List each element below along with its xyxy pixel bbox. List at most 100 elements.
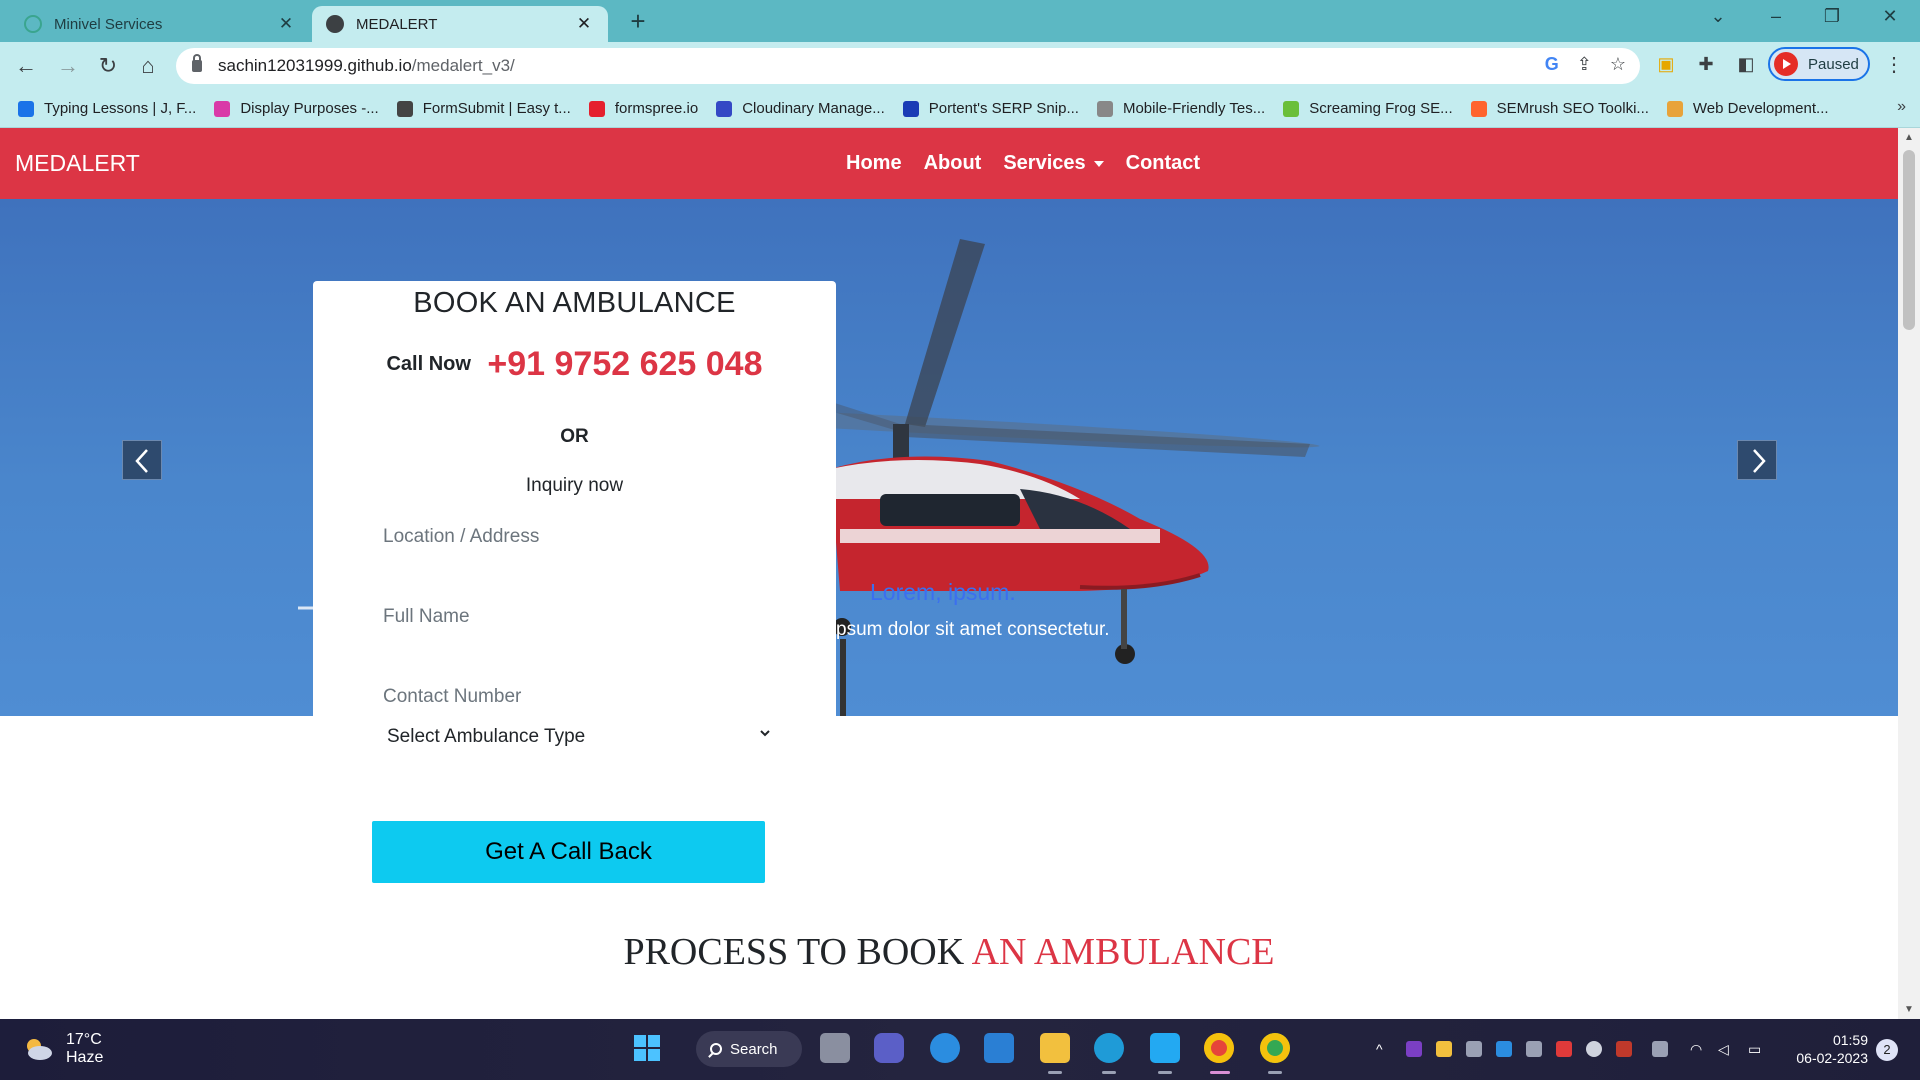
cloud-sun-icon [27, 1039, 52, 1060]
lock-icon[interactable] [192, 54, 202, 72]
chevron-down-icon [760, 730, 770, 737]
gift-tray-icon[interactable] [1616, 1041, 1632, 1057]
form-heading: BOOK AN AMBULANCE [413, 287, 736, 319]
cast-extension-icon[interactable]: ▣ [1654, 54, 1678, 75]
task-view-icon[interactable] [820, 1033, 850, 1063]
more-bookmarks-icon[interactable]: » [1897, 98, 1906, 116]
ambulance-type-select[interactable]: Select Ambulance Type [373, 716, 773, 758]
forward-button[interactable]: → [54, 52, 82, 80]
weather-temp: 17°C [66, 1031, 102, 1048]
get-call-back-button[interactable]: Get A Call Back [372, 821, 765, 883]
tray-overflow-chevron-icon[interactable]: ^ [1376, 1041, 1392, 1057]
profile-status: Paused [1808, 55, 1859, 73]
tab-minivel-services[interactable]: Minivel Services ✕ [10, 6, 310, 42]
teams-chat-icon[interactable] [874, 1033, 904, 1063]
full-name-input[interactable] [383, 597, 783, 637]
scrollbar-thumb[interactable] [1903, 150, 1915, 330]
bookmark-label: SEMrush SEO Toolki... [1496, 100, 1649, 117]
semrush-icon [1470, 100, 1487, 117]
tray-app-icon[interactable] [1526, 1041, 1542, 1057]
keyboard-tray-icon[interactable] [1652, 1041, 1668, 1057]
taskbar-clock[interactable]: 01:59 06-02-2023 [1780, 1031, 1868, 1067]
profile-button[interactable]: Paused [1768, 47, 1870, 81]
bookmark-item[interactable]: Web Development... [1666, 100, 1829, 117]
address-bar[interactable]: sachin12031999.github.io/medalert_v3/ G … [176, 48, 1640, 84]
bookmark-item[interactable]: Screaming Frog SE... [1283, 100, 1453, 117]
start-windows-icon[interactable] [632, 1033, 662, 1063]
notification-badge[interactable]: 2 [1876, 1039, 1898, 1061]
cloudinary-icon [716, 100, 733, 117]
tab-medalert[interactable]: MEDALERT ✕ [312, 6, 608, 42]
back-button[interactable]: ← [12, 52, 40, 80]
bookmark-item[interactable]: Cloudinary Manage... [716, 100, 885, 117]
volume-icon[interactable]: ◁ [1718, 1041, 1734, 1057]
carousel-next-button[interactable] [1737, 440, 1777, 480]
active-indicator [1210, 1071, 1230, 1074]
taskbar-search[interactable]: Search [696, 1031, 802, 1067]
page-viewport: MEDALERT Home About Services Contact Lor… [0, 128, 1898, 1019]
bookmark-label: FormSubmit | Easy t... [422, 100, 571, 117]
restore-button[interactable]: ❐ [1812, 6, 1852, 27]
chevron-left-icon [135, 449, 148, 473]
share-icon[interactable]: ⇪ [1577, 54, 1592, 75]
minimize-button[interactable]: – [1756, 6, 1796, 27]
bookmark-item[interactable]: Display Purposes -... [214, 100, 379, 117]
new-tab-button[interactable]: + [624, 8, 652, 36]
nav-home[interactable]: Home [846, 152, 902, 175]
store-icon[interactable] [984, 1033, 1014, 1063]
booking-form-card: BOOK AN AMBULANCE Call Now +91 9752 625 … [313, 281, 836, 871]
site-navbar: MEDALERT Home About Services Contact [0, 128, 1898, 199]
close-tab-icon[interactable]: ✕ [574, 14, 594, 34]
tab-search-icon[interactable]: ⌄ [1698, 6, 1738, 27]
close-window-button[interactable]: ✕ [1870, 6, 1910, 27]
onenote-tray-icon[interactable] [1406, 1041, 1422, 1057]
url-text[interactable]: sachin12031999.github.io/medalert_v3/ [218, 56, 515, 76]
link-tray-icon[interactable] [1466, 1041, 1482, 1057]
site-brand[interactable]: MEDALERT [15, 150, 140, 177]
nav-about[interactable]: About [924, 152, 982, 175]
wifi-icon[interactable]: ◠ [1690, 1041, 1706, 1057]
battery-icon[interactable]: ▭ [1748, 1041, 1764, 1057]
contact-number-input[interactable] [383, 677, 783, 717]
location-input[interactable] [383, 517, 783, 557]
bookmark-label: Portent's SERP Snip... [928, 100, 1079, 117]
nav-services[interactable]: Services [1003, 152, 1104, 175]
bookmark-item[interactable]: Typing Lessons | J, F... [18, 100, 196, 117]
chrome-profile-icon[interactable] [1260, 1033, 1290, 1063]
reload-button[interactable]: ↻ [94, 52, 122, 80]
edge-icon[interactable] [1094, 1033, 1124, 1063]
phone-number-link[interactable]: +91 9752 625 048 [487, 345, 762, 383]
help-icon[interactable] [930, 1033, 960, 1063]
vscode-icon[interactable] [1150, 1033, 1180, 1063]
side-panel-icon[interactable]: ◧ [1734, 54, 1758, 75]
clock-time: 01:59 [1832, 1032, 1868, 1048]
sticky-notes-tray-icon[interactable] [1436, 1041, 1452, 1057]
weather-widget[interactable]: 17°C Haze [22, 1031, 103, 1067]
google-lens-icon[interactable]: G [1545, 54, 1559, 75]
home-button[interactable]: ⌂ [134, 52, 162, 80]
extensions-puzzle-icon[interactable]: ✚ [1694, 54, 1718, 75]
site-menu: Home About Services Contact [846, 152, 1200, 175]
windows-taskbar: 17°C Haze Search ^ ◠ ◁ ▭ 01:59 06-02-202… [0, 1019, 1920, 1080]
close-tab-icon[interactable]: ✕ [276, 14, 296, 34]
page-scrollbar[interactable]: ▲ ▼ [1898, 128, 1920, 1019]
bookmark-star-icon[interactable]: ☆ [1610, 54, 1626, 75]
chrome-youtube-icon[interactable] [1204, 1033, 1234, 1063]
red-tray-icon[interactable] [1556, 1041, 1572, 1057]
scroll-up-arrow-icon[interactable]: ▲ [1904, 132, 1914, 143]
file-explorer-icon[interactable] [1040, 1033, 1070, 1063]
bookmark-item[interactable]: Portent's SERP Snip... [902, 100, 1079, 117]
bookmark-label: Cloudinary Manage... [742, 100, 885, 117]
nav-contact[interactable]: Contact [1126, 152, 1200, 175]
browser-toolbar: ← → ↻ ⌂ sachin12031999.github.io/medaler… [0, 42, 1920, 90]
bookmark-item[interactable]: formspree.io [588, 100, 698, 117]
menu-kebab-icon[interactable]: ⋮ [1884, 52, 1904, 77]
carousel-prev-button[interactable] [122, 440, 162, 480]
defender-tray-icon[interactable] [1496, 1041, 1512, 1057]
scroll-down-arrow-icon[interactable]: ▼ [1904, 1004, 1914, 1015]
bookmark-item[interactable]: Mobile-Friendly Tes... [1096, 100, 1265, 117]
bookmark-item[interactable]: SEMrush SEO Toolki... [1470, 100, 1649, 117]
running-indicator [1102, 1071, 1116, 1074]
onedrive-tray-icon[interactable] [1586, 1041, 1602, 1057]
bookmark-item[interactable]: FormSubmit | Easy t... [396, 100, 571, 117]
